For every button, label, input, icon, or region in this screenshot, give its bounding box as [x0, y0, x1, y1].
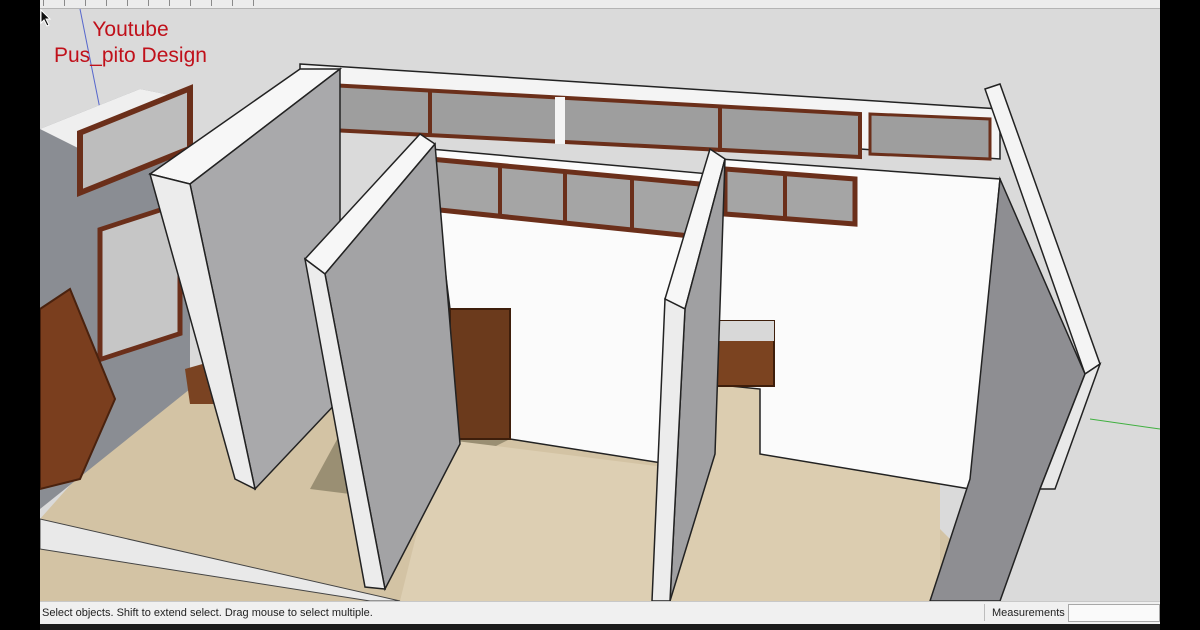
model-viewport[interactable]: Youtube Pus_pito Design	[40, 9, 1160, 601]
select-tool-icon[interactable]	[43, 0, 58, 6]
sketchup-window: Youtube Pus_pito Design Select objects. …	[40, 0, 1160, 630]
rotate-icon[interactable]	[169, 0, 184, 6]
right-doorway-counter	[712, 321, 774, 341]
top-toolbar	[40, 0, 1160, 9]
offset-icon[interactable]	[190, 0, 205, 6]
eraser-icon[interactable]	[64, 0, 79, 6]
mouse-cursor-icon	[40, 9, 52, 27]
zoom-icon[interactable]	[253, 0, 268, 6]
green-axis	[1089, 418, 1160, 430]
channel-watermark: Youtube Pus_pito Design	[54, 17, 207, 69]
watermark-line-1: Youtube	[92, 18, 169, 41]
os-taskbar	[40, 624, 1160, 630]
watermark-line-2: Pus_pito Design	[54, 44, 207, 67]
push-pull-icon[interactable]	[127, 0, 142, 6]
measurements-input[interactable]	[1068, 604, 1160, 622]
orbit-icon[interactable]	[232, 0, 247, 6]
line-tool-icon[interactable]	[106, 0, 121, 6]
right-clerestory-window	[722, 166, 858, 227]
status-divider	[984, 604, 985, 621]
middle-doorway	[449, 308, 511, 440]
move-icon[interactable]	[148, 0, 163, 6]
house-model-3d	[40, 9, 1160, 601]
status-hint: Select objects. Shift to extend select. …	[42, 607, 373, 619]
measurements-label: Measurements	[992, 607, 1065, 619]
status-bar: Select objects. Shift to extend select. …	[40, 601, 1160, 624]
paint-bucket-icon[interactable]	[85, 0, 100, 6]
back-window-right	[868, 112, 992, 161]
tape-measure-icon[interactable]	[211, 0, 226, 6]
